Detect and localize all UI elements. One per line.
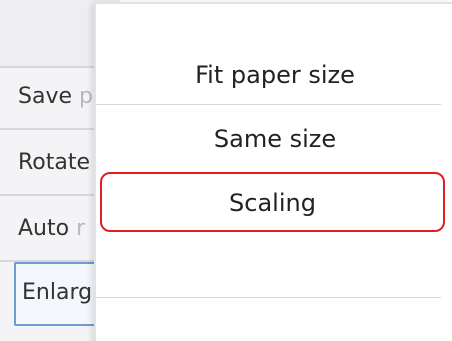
- print-settings-screen: Save p Rotate Auto r Enlarg Fit paper si…: [0, 0, 452, 341]
- setting-item-label: Enlarg: [22, 280, 93, 305]
- menu-divider: [96, 297, 441, 298]
- setting-item-label: Rotate: [18, 150, 91, 175]
- option-same-size[interactable]: Same size: [96, 106, 452, 172]
- setting-item-label: Save p: [18, 84, 93, 109]
- menu-divider: [96, 104, 441, 105]
- option-scaling[interactable]: Scaling: [100, 172, 445, 232]
- option-fit-paper-size[interactable]: Fit paper size: [96, 42, 452, 108]
- enlarge-reduce-popup: Fit paper size Same size Scaling: [94, 2, 452, 341]
- setting-item-label: Auto r: [18, 216, 86, 241]
